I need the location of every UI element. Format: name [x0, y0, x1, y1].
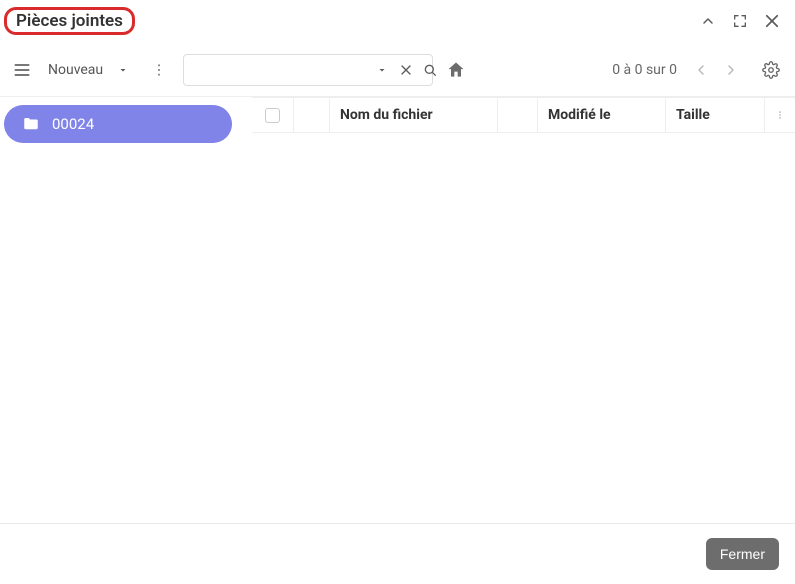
close-icon[interactable] — [761, 10, 783, 32]
folder-item[interactable]: 00024 — [4, 105, 232, 143]
col-size[interactable]: Taille — [666, 98, 765, 132]
prev-page-icon[interactable] — [689, 58, 713, 82]
record-counter: 0 à 0 sur 0 — [612, 62, 677, 78]
collapse-icon[interactable] — [697, 10, 719, 32]
col-modified[interactable]: Modifié le — [538, 98, 666, 132]
fullscreen-icon[interactable] — [729, 10, 751, 32]
titlebar-controls — [697, 10, 783, 32]
caret-down-icon[interactable] — [371, 59, 393, 81]
clear-icon[interactable] — [395, 59, 417, 81]
col-filename[interactable]: Nom du fichier — [330, 98, 498, 132]
path-input[interactable] — [190, 62, 371, 78]
close-button[interactable]: Fermer — [706, 538, 779, 570]
file-list: Nom du fichier Modifié le Taille — [252, 97, 795, 523]
attachments-window: Pièces jointes Nouveau — [0, 0, 795, 584]
window-title: Pièces jointes — [8, 9, 131, 33]
home-icon[interactable] — [445, 59, 467, 81]
select-all-checkbox[interactable] — [265, 108, 280, 123]
body: 00024 Nom du fichier Modifié le Taille — [0, 97, 795, 523]
new-label: Nouveau — [48, 62, 103, 78]
more-vertical-icon[interactable] — [147, 58, 171, 82]
caret-down-icon — [117, 64, 129, 76]
next-page-icon[interactable] — [719, 58, 743, 82]
folder-icon — [22, 115, 40, 133]
col-blank — [498, 98, 538, 132]
hamburger-icon[interactable] — [8, 56, 36, 84]
footer: Fermer — [0, 523, 795, 584]
new-dropdown[interactable]: Nouveau — [42, 56, 135, 84]
col-icon — [294, 98, 330, 132]
search-icon[interactable] — [419, 59, 441, 81]
path-box — [183, 54, 433, 86]
col-menu-icon[interactable] — [765, 98, 795, 132]
toolbar: Nouveau 0 à 0 sur 0 — [0, 50, 795, 97]
col-checkbox — [252, 98, 294, 132]
title-wrap: Pièces jointes — [8, 11, 131, 31]
gear-icon[interactable] — [759, 58, 783, 82]
sidebar: 00024 — [0, 97, 252, 523]
folder-label: 00024 — [52, 115, 94, 133]
table-header: Nom du fichier Modifié le Taille — [252, 97, 795, 133]
titlebar: Pièces jointes — [0, 0, 795, 50]
